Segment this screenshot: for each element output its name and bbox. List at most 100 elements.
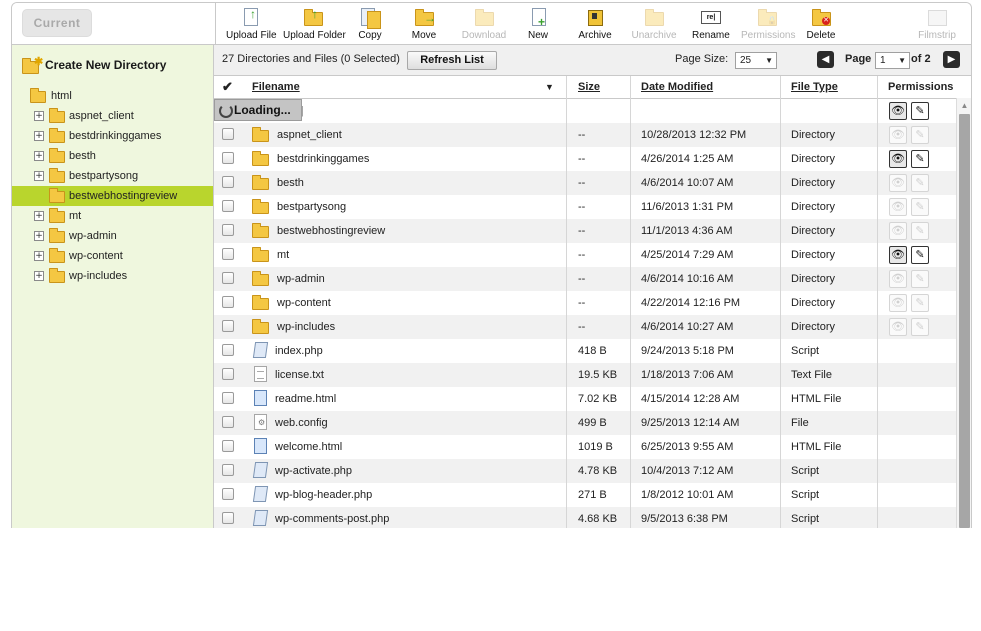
filename-cell[interactable]: besth [277,171,304,195]
table-row[interactable]: wp-content -- 4/22/2014 12:16 PM Directory 👁… [214,291,956,315]
table-row[interactable]: readme.html 7.02 KB 4/15/2014 12:28 AM HTML… [214,387,956,411]
row-checkbox[interactable] [222,200,234,212]
filename-cell[interactable]: index.php [275,339,323,363]
copy-button[interactable]: Copy [355,6,385,42]
edit-permission-icon[interactable]: ✎ [911,174,929,192]
table-row[interactable]: aspnet_client -- 10/28/2013 12:32 PM Direct… [214,123,956,147]
filename-cell[interactable]: wp-blog-header.php [275,483,372,507]
filmstrip-button[interactable]: Filmstrip [917,6,957,42]
tree-item-bestdrinkinggames[interactable]: + bestdrinkinggames [12,126,213,146]
filename-cell[interactable]: bestpartysong [277,195,346,219]
upload-folder-button[interactable]: ↑ Upload Folder [283,6,346,42]
archive-button[interactable]: Archive [578,6,612,42]
permissions-button[interactable]: 🔒 Permissions [741,6,795,42]
row-checkbox[interactable] [222,176,234,188]
filename-cell[interactable]: mt [277,243,289,267]
edit-permission-icon[interactable]: ✎ [911,270,929,288]
filename-cell[interactable]: wp-includes [277,315,335,339]
view-permission-icon[interactable]: 👁 [889,294,907,312]
view-permission-icon[interactable]: 👁 [889,318,907,336]
table-row[interactable]: bestdrinkinggames -- 4/26/2014 1:25 AM Dire… [214,147,956,171]
move-button[interactable]: → Move [410,6,438,42]
row-checkbox[interactable] [222,416,234,428]
next-page-button[interactable]: ▶ [943,51,960,68]
table-row[interactable]: wp-includes -- 4/6/2014 10:27 AM Directory 👁… [214,315,956,339]
table-row[interactable]: web.config 499 B 9/25/2013 12:14 AM File [214,411,956,435]
parent-directory-row[interactable]: ..]👁✎ [214,99,956,123]
row-checkbox[interactable] [222,488,234,500]
view-permission-icon[interactable]: 👁 [889,222,907,240]
row-checkbox[interactable] [222,248,234,260]
create-new-directory-button[interactable]: ✱ Create New Directory [22,55,166,75]
delete-button[interactable]: ✕ Delete [806,6,836,42]
filename-cell[interactable]: web.config [275,411,328,435]
edit-permission-icon[interactable]: ✎ [911,150,929,168]
view-permission-icon[interactable]: 👁 [889,126,907,144]
download-button[interactable]: Download [461,6,507,42]
table-row[interactable]: wp-admin -- 4/6/2014 10:16 AM Directory 👁 ✎ [214,267,956,291]
expand-icon[interactable]: + [34,271,44,281]
row-checkbox[interactable] [222,440,234,452]
new-button[interactable]: + New [526,6,550,42]
size-header[interactable]: Size [578,76,600,98]
row-checkbox[interactable] [222,272,234,284]
view-permission-icon[interactable]: 👁 [889,246,907,264]
table-row[interactable]: mt -- 4/25/2014 7:29 AM Directory 👁 ✎ [214,243,956,267]
filename-cell[interactable]: wp-activate.php [275,459,352,483]
unarchive-button[interactable]: Unarchive [631,6,677,42]
filename-cell[interactable]: aspnet_client [277,123,342,147]
row-checkbox[interactable] [222,464,234,476]
tree-item-wp-admin[interactable]: + wp-admin [12,226,213,246]
filename-cell[interactable]: welcome.html [275,435,342,459]
filename-cell[interactable]: wp-content [277,291,331,315]
row-checkbox[interactable] [222,128,234,140]
row-checkbox[interactable] [222,152,234,164]
row-checkbox[interactable] [222,512,234,524]
date-modified-header[interactable]: Date Modified [641,76,713,98]
table-row[interactable]: license.txt 19.5 KB 1/18/2013 7:06 AM Text … [214,363,956,387]
vertical-scrollbar[interactable]: ▲ [956,98,971,528]
sort-desc-icon[interactable]: ▼ [545,76,554,98]
filename-cell[interactable]: bestdrinkinggames [277,147,369,171]
page-size-select[interactable]: 25 ▼ [735,52,777,69]
tree-item-mt[interactable]: + mt [12,206,213,226]
expand-icon[interactable]: + [34,251,44,261]
expand-icon[interactable]: + [34,171,44,181]
tree-item-aspnet_client[interactable]: + aspnet_client [12,106,213,126]
select-all-checkmark[interactable]: ✔ [222,76,233,98]
view-permission-icon[interactable]: 👁 [889,150,907,168]
edit-permission-icon[interactable]: ✎ [911,198,929,216]
filename-cell[interactable]: license.txt [275,363,324,387]
expand-icon[interactable]: + [34,111,44,121]
tree-item-root[interactable]: html [12,86,213,106]
tree-item-wp-content[interactable]: + wp-content [12,246,213,266]
page-select[interactable]: 1 ▼ [875,52,910,69]
row-checkbox[interactable] [222,320,234,332]
tree-item-besth[interactable]: + besth [12,146,213,166]
row-checkbox[interactable] [222,296,234,308]
edit-permission-icon[interactable]: ✎ [911,102,929,120]
filename-header[interactable]: Filename [252,76,300,98]
filename-cell[interactable]: readme.html [275,387,336,411]
filename-cell[interactable]: wp-admin [277,267,325,291]
view-permission-icon[interactable]: 👁 [889,174,907,192]
file-type-header[interactable]: File Type [791,76,838,98]
table-row[interactable]: index.php 418 B 9/24/2013 5:18 PM Script [214,339,956,363]
table-row[interactable]: besth -- 4/6/2014 10:07 AM Directory 👁 ✎ [214,171,956,195]
table-row[interactable]: welcome.html 1019 B 6/25/2013 9:55 AM HTML … [214,435,956,459]
table-row[interactable]: wp-comments-post.php 4.68 KB 9/5/2013 6:38… [214,507,956,528]
edit-permission-icon[interactable]: ✎ [911,246,929,264]
expand-icon[interactable]: + [34,131,44,141]
row-checkbox[interactable] [222,224,234,236]
filename-cell[interactable]: bestwebhostingreview [277,219,385,243]
view-permission-icon[interactable]: 👁 [889,102,907,120]
row-checkbox[interactable] [222,344,234,356]
rename-button[interactable]: re| Rename [692,6,730,42]
expand-icon[interactable]: + [34,231,44,241]
table-row[interactable]: wp-activate.php 4.78 KB 10/4/2013 7:12 AM S… [214,459,956,483]
view-permission-icon[interactable]: 👁 [889,270,907,288]
edit-permission-icon[interactable]: ✎ [911,222,929,240]
current-button[interactable]: Current [22,9,92,37]
previous-page-button[interactable]: ◀ [817,51,834,68]
scrollbar-thumb[interactable] [959,114,970,528]
